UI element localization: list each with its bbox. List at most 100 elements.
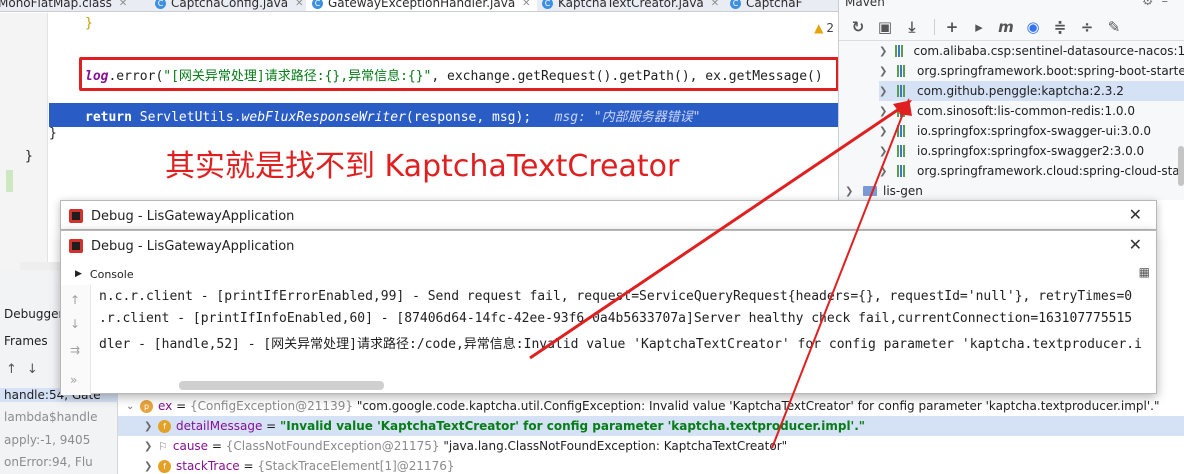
console-icon: ▶ [75, 269, 82, 279]
maven-dependency-item[interactable]: ❯ org.springframework.boot:spring-boot-st… [879, 61, 1184, 81]
variable-row[interactable]: ❯ ⚐ cause = {ClassNotFoundException@2117… [118, 436, 1184, 456]
console-line: dler - [handle,52] - [网关异常处理]请求路径:/code,… [99, 337, 1142, 352]
field-icon: f [158, 419, 171, 433]
scroll-up-icon[interactable]: ↑ [70, 293, 80, 307]
chevron-right-icon[interactable]: ❯ [144, 461, 158, 472]
console-line: .r.client - [printIfInfoEnabled,60] - [8… [99, 311, 1133, 326]
editor-gutter [0, 13, 48, 270]
library-icon [895, 45, 907, 57]
class-icon: C [155, 0, 166, 9]
chevron-right-icon[interactable]: ❯ [845, 186, 863, 197]
current-execution-line[interactable]: return ServletUtils.webFluxResponseWrite… [49, 103, 838, 127]
maven-panel: Maven ⚙– ↻ ▣ ⤓ + ▸ m ◉ ≑ ÷ ✎ ❯ com.alibab… [838, 0, 1184, 200]
library-icon [897, 125, 911, 137]
frame-item[interactable]: onError:94, Flu [4, 455, 93, 469]
library-icon [897, 165, 911, 177]
close-icon[interactable]: ✕ [711, 0, 719, 9]
window-title: Debug - LisGatewayApplication [69, 201, 294, 231]
intellij-icon [69, 239, 83, 253]
add-icon[interactable]: + [941, 16, 963, 38]
chevron-right-icon[interactable]: ❯ [879, 146, 897, 157]
chevron-down-icon[interactable]: ⌄ [126, 401, 140, 412]
warning-icon: ▲ [814, 21, 824, 35]
field-icon: f [158, 459, 171, 473]
tab-monoflatmap[interactable]: MonoFlatMap.class ✕ [0, 0, 127, 11]
chevron-right-icon[interactable]: ❯ [879, 66, 897, 77]
maven-dependency-item[interactable]: ❯ io.springfox:springfox-swagger2:3.0.0 [879, 141, 1184, 161]
collapse-icon[interactable]: ≑ [1049, 16, 1071, 38]
chevron-right-icon[interactable]: ❯ [144, 421, 158, 432]
maven-dependency-item[interactable]: ❯ io.springfox:springfox-swagger-ui:3.0.0 [879, 121, 1184, 141]
maven-scrollbar[interactable] [1178, 146, 1184, 186]
chevron-right-icon[interactable]: ❯ [879, 46, 895, 57]
chevron-right-icon[interactable]: ❯ [879, 126, 897, 137]
chevron-right-icon[interactable]: ❯ [879, 86, 897, 97]
debug-window-back[interactable]: Debug - LisGatewayApplication ✕ [60, 200, 1157, 230]
class-icon: C [312, 0, 323, 9]
code-return-line: return ServletUtils.webFluxResponseWrite… [85, 110, 701, 125]
maven-dependency-item[interactable]: ❯ org.springframework.cloud:spring-cloud-… [879, 161, 1184, 181]
close-icon[interactable]: ✕ [522, 0, 530, 9]
scroll-down-icon[interactable]: ↓ [70, 317, 80, 331]
maven-dependency-item[interactable]: ❯ com.alibaba.csp:sentinel-datasource-nac… [879, 41, 1184, 61]
variables-panel: ⌄ p ex = {ConfigException@21139} "com.go… [118, 394, 1184, 474]
library-icon [897, 65, 911, 77]
variable-row[interactable]: ❯ f detailMessage = "Invalid value 'Kapt… [118, 416, 1184, 436]
layout-icon[interactable]: ▦ [1139, 265, 1150, 279]
annotation-text: 其实就是找不到 KaptchaTextCreator [165, 149, 680, 184]
expand-icon[interactable]: ÷ [1076, 16, 1098, 38]
wrench-icon[interactable]: ✎ [1103, 16, 1125, 38]
tab-captchaconfig[interactable]: C CaptchaConfig.java ✕ [155, 0, 303, 11]
warning-indicator[interactable]: ▲ 2 [814, 21, 834, 35]
maven-dependency-item[interactable]: ❯ com.sinosoft:lis-common-redis:1.0.0 [879, 101, 1184, 121]
frame-item[interactable]: lambda$handle [4, 410, 98, 424]
debug-window[interactable]: Debug - LisGatewayApplication ✕ ▶ Console… [60, 230, 1157, 395]
refresh-icon[interactable]: ↻ [847, 16, 869, 38]
close-icon[interactable]: ✕ [119, 0, 127, 9]
skip-tests-icon[interactable]: ◉ [1022, 16, 1044, 38]
console-toolbar: ↑ ↓ ⇉ » [61, 285, 91, 395]
maven-dependency-item[interactable]: ❯ com.github.penggle:kaptcha:2.3.2 [879, 81, 1184, 101]
change-marker [6, 170, 13, 192]
chevron-right-icon[interactable]: ❯ [879, 166, 897, 177]
library-icon [897, 145, 911, 157]
code-brace: } [25, 149, 33, 164]
m-icon[interactable]: m [995, 16, 1017, 38]
console-line: n.c.r.client - [printIfErrorEnabled,99] … [99, 289, 1133, 304]
toolbar-separator [934, 18, 935, 35]
download-icon[interactable]: ⤓ [901, 16, 923, 38]
window-title: Debug - LisGatewayApplication [69, 231, 294, 261]
console-horizontal-scrollbar[interactable] [179, 381, 384, 390]
tab-gatewayexceptionhandler[interactable]: C GatewayExceptionHandler.java ✕ [306, 0, 537, 11]
library-icon [897, 85, 911, 97]
maven-toolbar: ↻ ▣ ⤓ + ▸ m ◉ ≑ ÷ ✎ [839, 13, 1184, 41]
class-icon: C [730, 0, 741, 9]
chevron-right-icon[interactable]: ❯ [144, 441, 158, 452]
settings-icon[interactable]: ⚙– [1142, 0, 1176, 9]
console-tab[interactable]: ▶ Console [61, 263, 1156, 285]
soft-wrap-icon[interactable]: ⇉ [70, 343, 80, 357]
class-icon: C [542, 0, 553, 9]
chevron-right-icon[interactable]: ❯ [879, 106, 897, 117]
close-icon[interactable]: ✕ [295, 0, 303, 9]
variable-row[interactable]: ⌄ p ex = {ConfigException@21139} "com.go… [118, 396, 1184, 416]
folder-icon[interactable]: ▣ [874, 16, 896, 38]
close-icon[interactable]: ✕ [1129, 205, 1142, 224]
tab-captchaf[interactable]: C CaptchaF [730, 0, 803, 11]
frame-item[interactable]: apply:-1, 9405 [4, 433, 90, 447]
tab-kaptchatextcreator[interactable]: C KaptchaTextCreator.java ✕ [542, 0, 719, 11]
frame-navigation[interactable]: ↑↓ [6, 362, 48, 377]
frames-label: Frames [4, 334, 48, 348]
parameter-icon: p [140, 399, 153, 413]
code-brace: } [85, 16, 93, 31]
library-icon [897, 105, 911, 117]
run-icon[interactable]: ▸ [968, 16, 990, 38]
close-icon[interactable]: ✕ [1129, 235, 1142, 254]
tab-debugger[interactable]: Debugger [4, 307, 63, 321]
console-output[interactable]: n.c.r.client - [printIfErrorEnabled,99] … [99, 289, 1154, 369]
maven-title: Maven [845, 0, 885, 9]
variable-row[interactable]: ❯ f stackTrace = {StackTraceElement[1]@2… [118, 456, 1184, 474]
maven-module-item[interactable]: ❯ lis-gen [845, 181, 1155, 201]
more-icon[interactable]: » [70, 373, 77, 387]
module-icon [863, 186, 877, 196]
